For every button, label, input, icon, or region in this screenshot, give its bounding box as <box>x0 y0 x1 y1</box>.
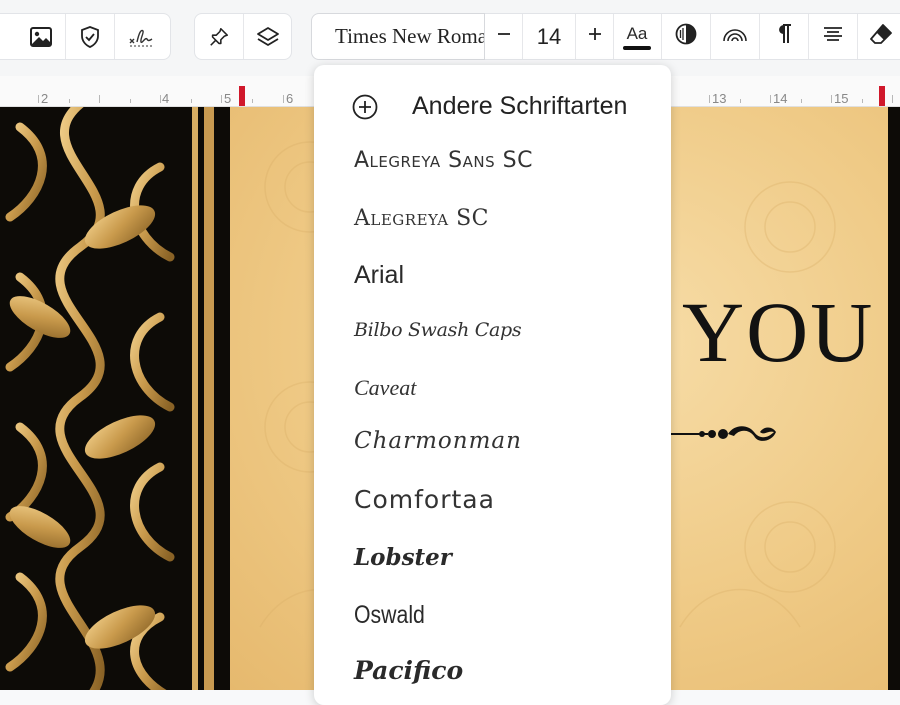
signature-button[interactable] <box>117 14 165 59</box>
ruler-number: 14 <box>773 91 788 106</box>
font-option-bilbo-swash-caps[interactable]: Bilbo Swash Caps <box>314 305 671 355</box>
layers-icon <box>256 26 280 48</box>
ruler-tick <box>801 99 802 103</box>
contrast-icon <box>674 22 698 51</box>
decorative-divider <box>668 426 776 441</box>
font-option-comfortaa[interactable]: Comfortaa <box>314 474 671 524</box>
font-option-pacifico[interactable]: Pacifico <box>314 645 671 695</box>
ruler-tick <box>130 99 131 103</box>
shield-icon <box>78 25 102 49</box>
font-option-label: Arial <box>354 260 405 289</box>
font-size-field[interactable]: 14 <box>523 14 575 59</box>
add-circle-icon <box>352 94 378 125</box>
text-case-label: Aa <box>626 24 648 43</box>
page-right-edge <box>888 107 900 690</box>
text-color-bar <box>623 46 651 50</box>
ornamental-border <box>0 107 230 690</box>
font-option-caveat[interactable]: Caveat <box>314 363 671 413</box>
align-center-icon <box>823 26 843 47</box>
ruler-tick <box>160 95 161 103</box>
font-option-label: Oswald <box>354 600 425 629</box>
pin-icon <box>208 26 230 48</box>
font-option-label: Bilbo Swash Caps <box>354 319 522 341</box>
ruler-tick <box>709 95 710 103</box>
left-indent-marker[interactable] <box>239 86 245 106</box>
increase-size-button[interactable] <box>575 14 614 59</box>
font-option-label: Lobster <box>354 543 452 571</box>
image-icon <box>29 26 53 48</box>
ruler-number: 4 <box>162 91 170 106</box>
ruler-number: 5 <box>224 91 232 106</box>
ruler-tick <box>283 95 284 103</box>
ruler-number: 2 <box>41 91 49 106</box>
rainbow-button[interactable] <box>711 14 760 59</box>
ornament-graphic <box>0 107 230 690</box>
contrast-button[interactable] <box>662 14 711 59</box>
ruler-tick <box>252 99 253 103</box>
pilcrow-icon <box>775 23 793 50</box>
text-color-button[interactable]: Aa <box>613 14 662 59</box>
ruler-tick <box>38 95 39 103</box>
font-option-charmonman[interactable]: Charmonman <box>314 416 671 466</box>
ruler-number: 13 <box>712 91 727 106</box>
font-family-field[interactable]: Times New Roman <box>311 13 485 60</box>
ruler-tick <box>892 95 893 103</box>
separator <box>114 14 115 59</box>
ruler-tick <box>740 99 741 103</box>
signature-icon <box>127 25 155 49</box>
ruler-tick <box>99 95 100 103</box>
font-option-lobster[interactable]: Lobster <box>314 532 671 582</box>
font-option-label: Alegreya Sans SC <box>354 147 533 173</box>
document-heading[interactable]: YOU <box>682 282 874 382</box>
plus-icon <box>588 27 602 46</box>
ruler-tick <box>221 95 222 103</box>
font-option-label: Charmonman <box>354 428 522 454</box>
font-option-alegreya-sc[interactable]: Alegreya SC <box>314 193 671 243</box>
font-option-label: Alegreya SC <box>354 205 489 231</box>
more-fonts-label: Andere Schriftarten <box>412 91 628 120</box>
format-tools-group: 14 Aa <box>485 13 900 60</box>
layers-button[interactable] <box>244 14 292 59</box>
ruler-tick <box>862 99 863 103</box>
ruler-tick <box>831 95 832 103</box>
font-option-oswald[interactable]: Oswald <box>314 590 671 640</box>
ruler-tick <box>69 99 70 103</box>
rainbow-icon <box>722 26 748 47</box>
image-button[interactable] <box>17 14 65 59</box>
font-option-label: Caveat <box>354 375 417 400</box>
ruler-number: 15 <box>834 91 849 106</box>
font-family-dropdown: Andere Schriftarten Alegreya Sans SC Ale… <box>314 65 671 705</box>
ruler-tick <box>770 95 771 103</box>
arrange-tools-group <box>194 13 292 60</box>
decrease-size-button[interactable] <box>485 14 523 59</box>
font-option-label: Pacifico <box>354 655 464 685</box>
ruler-tick <box>191 99 192 103</box>
font-option-alegreya-sans-sc[interactable]: Alegreya Sans SC <box>314 135 671 185</box>
font-size-value: 14 <box>536 23 562 49</box>
font-option-arial[interactable]: Arial <box>314 250 671 300</box>
more-fonts-item[interactable]: Andere Schriftarten <box>314 81 671 131</box>
pin-button[interactable] <box>195 14 243 59</box>
insert-tools-group <box>0 13 171 60</box>
ruler-number: 6 <box>286 91 294 106</box>
eraser-button[interactable] <box>858 14 900 59</box>
minus-icon <box>497 27 511 46</box>
eraser-icon <box>869 23 893 50</box>
shield-button[interactable] <box>66 14 114 59</box>
paragraph-button[interactable] <box>760 14 809 59</box>
right-indent-marker[interactable] <box>879 86 885 106</box>
font-option-label: Comfortaa <box>354 484 495 514</box>
align-button[interactable] <box>809 14 858 59</box>
